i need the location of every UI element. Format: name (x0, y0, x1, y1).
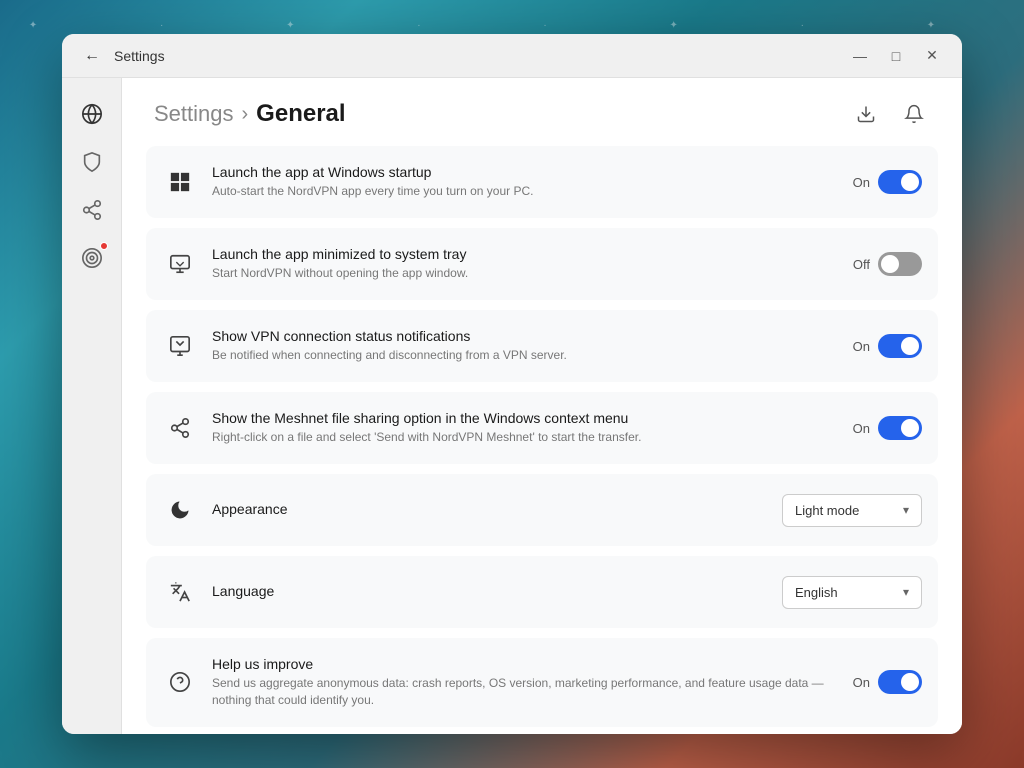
setting-language-text: Language (212, 583, 782, 602)
setting-startup-title: Launch the app at Windows startup (212, 164, 853, 180)
setting-appearance-title: Appearance (212, 501, 782, 517)
window-controls: — □ ✕ (846, 42, 946, 70)
setting-minimized-title: Launch the app minimized to system tray (212, 246, 853, 262)
setting-appearance: Appearance Light mode ▾ (146, 474, 938, 546)
tray-icon (162, 246, 198, 282)
sidebar-item-meshnet[interactable] (72, 190, 112, 230)
chevron-down-icon: ▾ (903, 503, 909, 517)
minimize-button[interactable]: — (846, 42, 874, 70)
sidebar-item-target[interactable] (72, 238, 112, 278)
setting-improve: Help us improve Send us aggregate anonym… (146, 638, 938, 727)
appearance-dropdown-value: Light mode (795, 503, 859, 518)
setting-notifications: Show VPN connection status notifications… (146, 310, 938, 382)
setting-notifications-control: On (853, 334, 922, 358)
back-button[interactable]: ← (78, 42, 106, 70)
setting-meshnet-context-state: On (853, 421, 870, 436)
notification-bell-icon (162, 328, 198, 364)
content-header: Settings › General (122, 78, 962, 146)
setting-minimized-toggle[interactable] (878, 252, 922, 276)
close-button[interactable]: ✕ (918, 42, 946, 70)
setting-improve-control: On (853, 670, 922, 694)
setting-meshnet-context-toggle[interactable] (878, 416, 922, 440)
sidebar-item-shield[interactable] (72, 142, 112, 182)
main-area: Settings › General (62, 78, 962, 734)
notification-badge (100, 242, 108, 250)
setting-language-control: English ▾ (782, 576, 922, 609)
share-icon (162, 410, 198, 446)
setting-improve-state: On (853, 675, 870, 690)
breadcrumb-settings: Settings (154, 101, 234, 127)
setting-improve-text: Help us improve Send us aggregate anonym… (212, 656, 853, 709)
download-icon[interactable] (850, 98, 882, 130)
setting-improve-desc: Send us aggregate anonymous data: crash … (212, 675, 853, 709)
header-icons (850, 98, 930, 130)
setting-notifications-toggle[interactable] (878, 334, 922, 358)
app-window: ← Settings — □ ✕ (62, 34, 962, 734)
language-dropdown-value: English (795, 585, 838, 600)
setting-appearance-text: Appearance (212, 501, 782, 520)
content-area: Settings › General (122, 78, 962, 734)
breadcrumb-separator: › (242, 103, 249, 126)
moon-icon (162, 492, 198, 528)
windows-icon (162, 164, 198, 200)
setting-startup-desc: Auto-start the NordVPN app every time yo… (212, 183, 853, 200)
setting-meshnet-context-text: Show the Meshnet file sharing option in … (212, 410, 853, 446)
setting-notifications-state: On (853, 339, 870, 354)
setting-meshnet-context-control: On (853, 416, 922, 440)
settings-list: Launch the app at Windows startup Auto-s… (122, 146, 962, 734)
setting-improve-toggle[interactable] (878, 670, 922, 694)
setting-minimized: Launch the app minimized to system tray … (146, 228, 938, 300)
setting-meshnet-context-desc: Right-click on a file and select 'Send w… (212, 429, 853, 446)
setting-improve-title: Help us improve (212, 656, 853, 672)
setting-startup-control: On (853, 170, 922, 194)
chevron-down-icon-lang: ▾ (903, 585, 909, 599)
setting-language: Language English ▾ (146, 556, 938, 628)
setting-meshnet-context-title: Show the Meshnet file sharing option in … (212, 410, 853, 426)
setting-notifications-title: Show VPN connection status notifications (212, 328, 853, 344)
setting-startup-text: Launch the app at Windows startup Auto-s… (212, 164, 853, 200)
setting-startup-state: On (853, 175, 870, 190)
notification-icon[interactable] (898, 98, 930, 130)
sidebar-item-globe[interactable] (72, 94, 112, 134)
setting-minimized-control: Off (853, 252, 922, 276)
setting-minimized-text: Launch the app minimized to system tray … (212, 246, 853, 282)
setting-notifications-text: Show VPN connection status notifications… (212, 328, 853, 364)
sidebar (62, 78, 122, 734)
breadcrumb-current: General (256, 100, 345, 128)
setting-meshnet-context: Show the Meshnet file sharing option in … (146, 392, 938, 464)
breadcrumb: Settings › General (154, 100, 346, 128)
appearance-dropdown[interactable]: Light mode ▾ (782, 494, 922, 527)
window-title: Settings (114, 48, 846, 64)
setting-minimized-state: Off (853, 257, 870, 272)
setting-startup-toggle[interactable] (878, 170, 922, 194)
language-dropdown[interactable]: English ▾ (782, 576, 922, 609)
setting-appearance-control: Light mode ▾ (782, 494, 922, 527)
setting-startup: Launch the app at Windows startup Auto-s… (146, 146, 938, 218)
setting-language-title: Language (212, 583, 782, 599)
question-icon (162, 664, 198, 700)
translate-icon (162, 574, 198, 610)
maximize-button[interactable]: □ (882, 42, 910, 70)
setting-minimized-desc: Start NordVPN without opening the app wi… (212, 265, 853, 282)
title-bar: ← Settings — □ ✕ (62, 34, 962, 78)
setting-notifications-desc: Be notified when connecting and disconne… (212, 347, 853, 364)
